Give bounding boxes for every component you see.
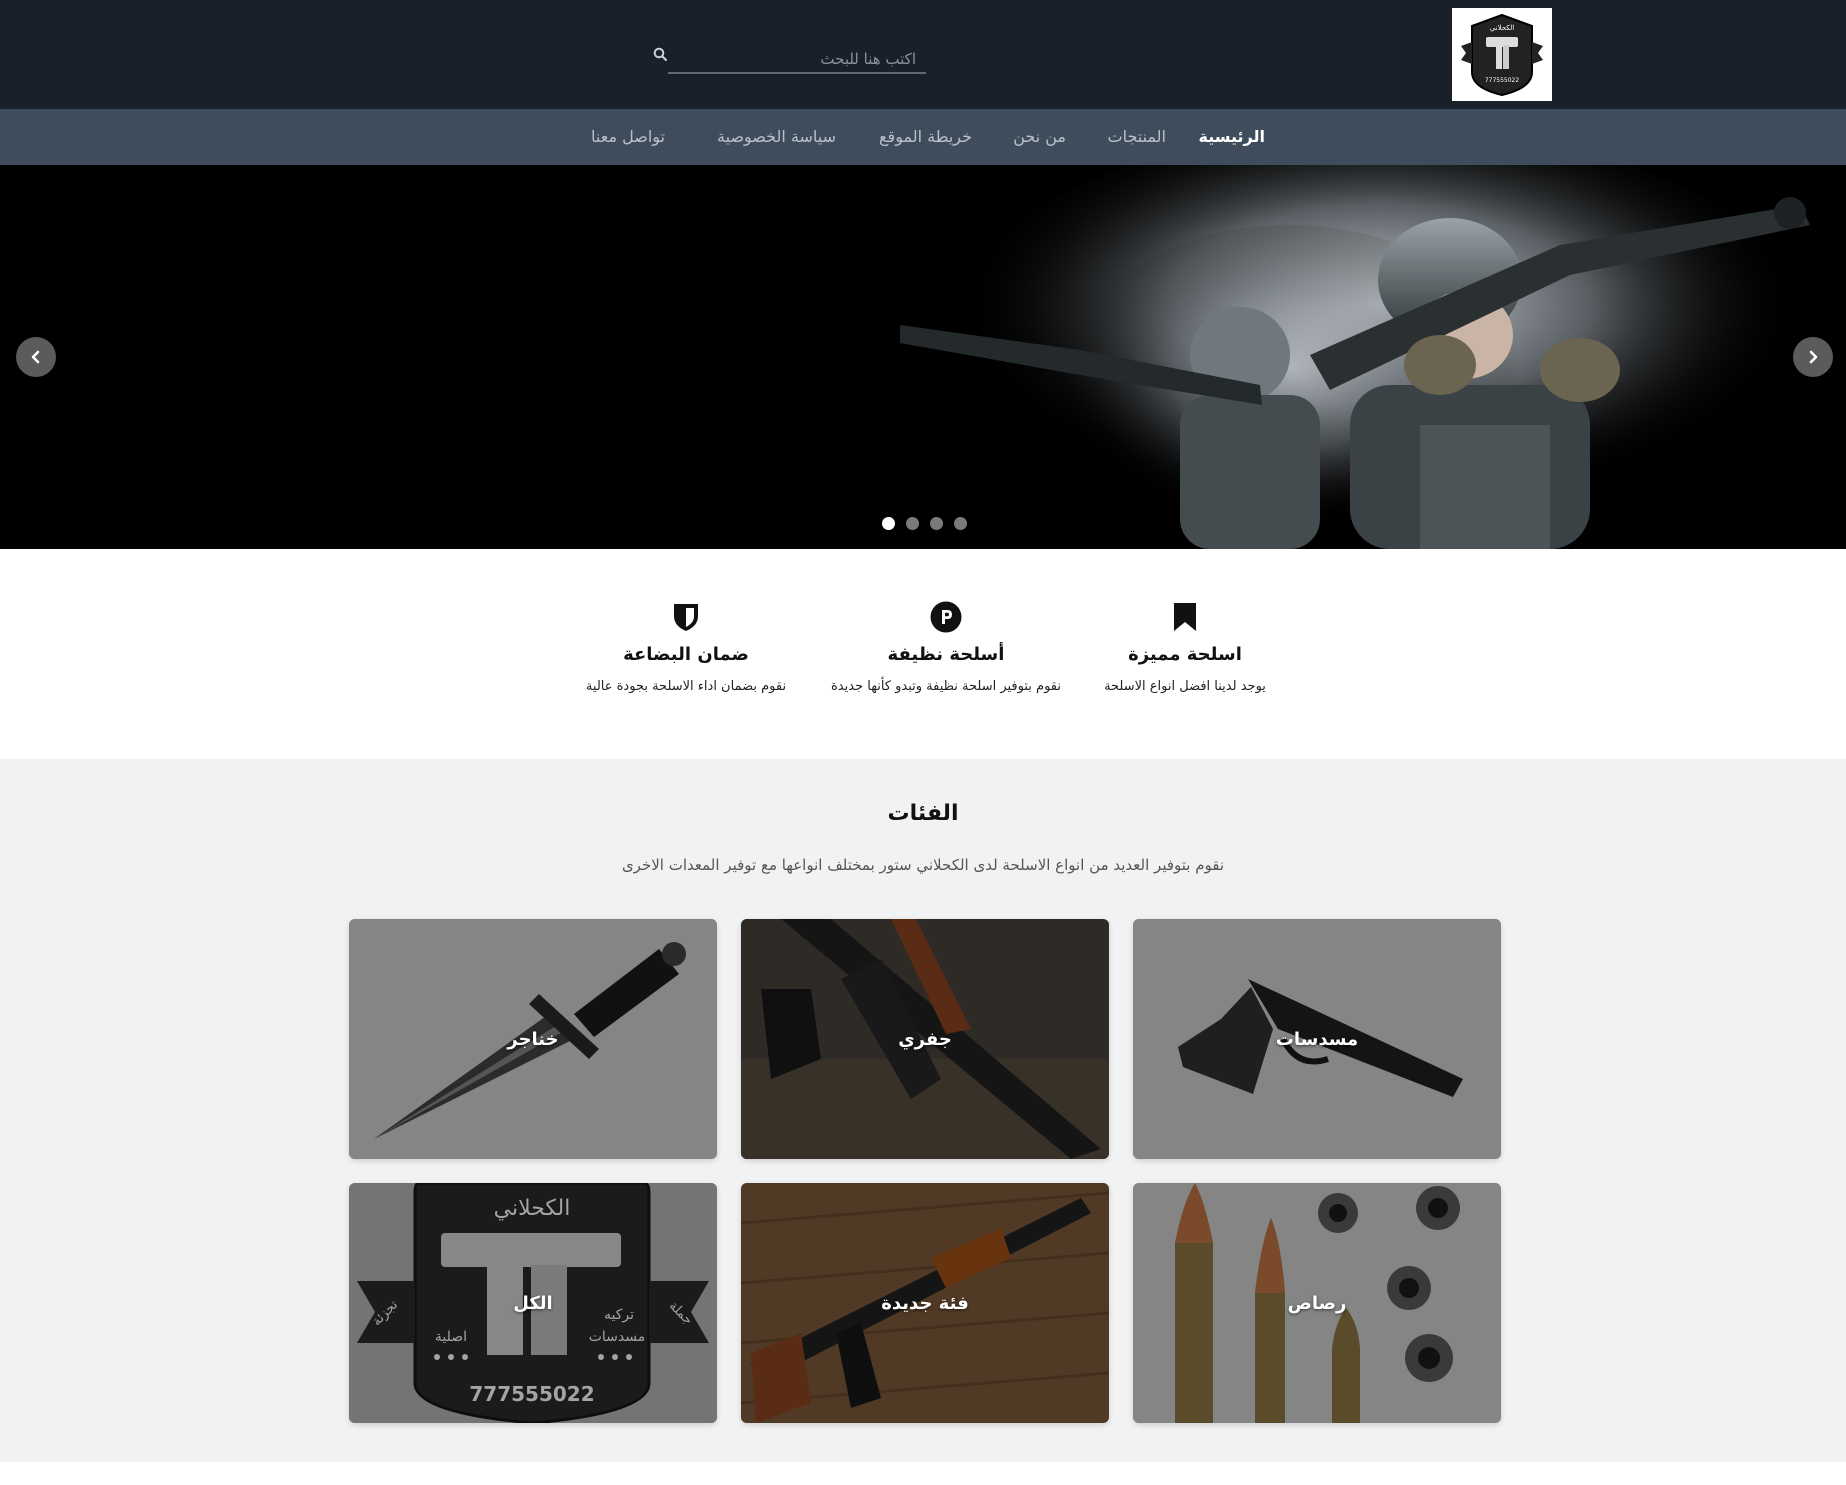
hero-slider [0,165,1846,549]
parking-circle-icon [929,600,963,634]
category-card-ammo[interactable]: رصاص [1133,1183,1501,1423]
category-label: فئة جديدة [881,1292,969,1314]
main-nav: الرئيسية المنتجات من نحن خريطة الموقع سي… [0,109,1846,165]
logo-badge-icon: الكحلاني 777555022 [1461,13,1543,96]
logo-phone: 777555022 [1485,77,1520,84]
category-label: مسدسات [1275,1028,1359,1050]
slider-dot-3[interactable] [930,517,943,530]
slider-dot-4[interactable] [954,517,967,530]
feature-text: نقوم بتوفير اسلحة نظيفة وتبدو كأنها جديد… [831,679,1061,694]
category-label: خناجر [507,1028,559,1050]
category-card-rifles[interactable]: جفري [741,919,1109,1159]
search-button[interactable] [650,44,670,64]
feature-clean: أسلحة نظيفة نقوم بتوفير اسلحة نظيفة وتبد… [816,600,1076,694]
nav-item-sitemap[interactable]: خريطة الموقع [879,109,972,165]
search-input[interactable] [668,46,926,74]
chevron-right-icon [1809,350,1818,364]
category-card-all[interactable]: الكحلاني 777555022 تركيه مسدسات اصلية تج… [349,1183,717,1423]
feature-title: اسلحة مميزة [1128,644,1242,665]
nav-item-about[interactable]: من نحن [1013,109,1066,165]
nav-item-products[interactable]: المنتجات [1108,109,1167,165]
feature-text: يوجد لدينا افضل انواع الاسلحة [1104,679,1266,694]
category-label: رصاص [1287,1292,1347,1314]
bookmark-icon [1168,600,1202,634]
slider-dot-1[interactable] [882,517,895,530]
categories-section: الفئات نقوم بتوفير العديد من انواع الاسل… [0,759,1846,1462]
feature-title: ضمان البضاعة [623,644,749,665]
category-card-new[interactable]: فئة جديدة [741,1183,1109,1423]
feature-title: أسلحة نظيفة [887,644,1005,665]
search-icon [653,47,667,61]
section-title: الفئات [887,801,959,826]
category-card-daggers[interactable]: خناجر [349,919,717,1159]
slider-prev-button[interactable] [16,337,56,377]
feature-premium: اسلحة مميزة يوجد لدينا افضل انواع الاسلح… [1055,600,1315,694]
nav-item-home[interactable]: الرئيسية [1199,109,1266,165]
slider-next-button[interactable] [1793,337,1833,377]
feature-text: نقوم بضمان اداء الاسلحة بجودة عالية [585,679,787,694]
category-card-pistols[interactable]: مسدسات [1133,919,1501,1159]
category-label: الكل [513,1292,553,1314]
feature-guarantee: ضمان البضاعة نقوم بضمان اداء الاسلحة بجو… [556,600,816,694]
search-bar [650,42,926,76]
nav-item-contact[interactable]: تواصل معنا [591,109,665,165]
logo-title: الكحلاني [1490,24,1514,32]
nav-item-privacy[interactable]: سياسة الخصوصية [717,109,836,165]
slider-dot-2[interactable] [906,517,919,530]
category-label: جفري [898,1028,952,1050]
section-subtitle: نقوم بتوفير العديد من انواع الاسلحة لدى … [621,856,1225,874]
top-header: الكحلاني 777555022 [0,0,1846,109]
hero-image [0,165,1846,549]
site-logo[interactable]: الكحلاني 777555022 [1452,8,1552,101]
chevron-left-icon [31,350,40,364]
shield-icon [669,600,703,634]
